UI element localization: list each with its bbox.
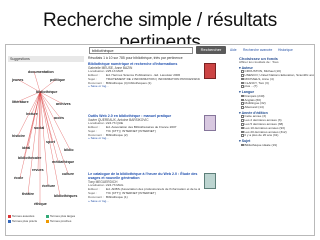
- suggestion-term[interactable]: social: [34, 126, 44, 130]
- facet-option-label: Allemand (14): [244, 105, 264, 110]
- suggestion-term[interactable]: bibliothèque: [36, 90, 57, 94]
- result-meta-value: TIC [CTT] | INTERNET [INTERNET]: [106, 192, 156, 195]
- result-meta-value: Ed. Association des Bibliothécaires de F…: [106, 126, 177, 129]
- suggestion-term[interactable]: documentation: [28, 70, 54, 74]
- result-meta-value: 224.73 QUE: [106, 122, 124, 126]
- legend-item: Termes plus larges: [46, 214, 75, 218]
- checkbox[interactable]: [241, 134, 244, 137]
- result-meta-value: Bibliothèque (1): [106, 195, 128, 199]
- save-link[interactable]: » Save or log...: [88, 199, 238, 204]
- checkbox[interactable]: [241, 102, 244, 105]
- suggestion-term[interactable]: accès: [54, 116, 64, 120]
- suggestion-term[interactable]: biblio: [64, 148, 74, 152]
- checkbox[interactable]: [241, 85, 244, 88]
- advanced-search-link[interactable]: Recherche avancée: [243, 48, 272, 52]
- checkbox[interactable]: [241, 126, 244, 130]
- suggestion-term[interactable]: archives: [56, 102, 71, 106]
- result-meta-value: 224.73 MAG: [106, 184, 124, 188]
- legend-label: Termes plus larges: [50, 214, 76, 218]
- suggestion-term[interactable]: lecture: [26, 112, 38, 116]
- result-title-link[interactable]: Le catalogue de la bibliothèque à l'heur…: [88, 172, 200, 180]
- suggestion-link-line: [39, 91, 71, 150]
- result-meta-value: Bibliothèque (4) bibliothèques (1): [106, 81, 152, 85]
- legend-label: Termes proches: [50, 219, 72, 223]
- suggestion-term[interactable]: littérature: [12, 100, 29, 104]
- legend-swatch: [46, 214, 49, 218]
- save-link[interactable]: » Save or log...: [88, 85, 238, 89]
- checkbox[interactable]: [241, 74, 244, 77]
- facets-panel: Choisissez un fonds Affiner les résultat…: [239, 56, 314, 235]
- legend-label: Termes associés: [12, 214, 35, 218]
- facet-option-label: Il y a plus de 20 ans (31): [244, 133, 279, 138]
- legend-item: Termes associés: [8, 214, 34, 218]
- facet-option-label: plus ...(7): [244, 84, 258, 89]
- checkbox[interactable]: [241, 94, 244, 98]
- suggestions-panel: Suggestions documentation jeunes politique…: [6, 56, 86, 235]
- legend-swatch: [8, 214, 11, 218]
- checkbox[interactable]: [241, 143, 244, 147]
- result-item: Bibliothèque numérique et recherche d'in…: [88, 62, 238, 89]
- facets-subheader: Affiner les résultats de : Tous: [239, 60, 279, 64]
- checkbox[interactable]: [241, 70, 244, 73]
- facet-option[interactable]: Bibliothèque idéale (19): [239, 142, 313, 148]
- checkbox[interactable]: [241, 115, 244, 118]
- legend-item: Termes plus précis: [8, 219, 37, 223]
- search-input[interactable]: bibliothèque: [89, 47, 193, 54]
- result-meta-value: 225.13 MAH: [106, 70, 124, 74]
- legend-swatch: [8, 219, 11, 223]
- checkbox[interactable]: [241, 77, 244, 81]
- suggestion-term[interactable]: éthique: [34, 202, 47, 206]
- legend-item: Termes proches: [46, 219, 71, 223]
- help-link[interactable]: Aide: [230, 48, 237, 52]
- results-count: Résultats 1 à 10 sur 785 pour bibliothèq…: [88, 56, 183, 60]
- suggestion-term[interactable]: revues: [32, 168, 44, 172]
- book-cover-thumbnail[interactable]: [204, 63, 216, 79]
- suggestion-term[interactable]: culture: [62, 172, 74, 176]
- facet-option[interactable]: Allemand (14): [239, 105, 313, 110]
- suggestion-term[interactable]: histoire: [12, 134, 25, 138]
- result-meta-value: TIC [CTT] | INTERNET [INTERNET]: [106, 129, 156, 133]
- checkbox[interactable]: [241, 130, 244, 134]
- history-link[interactable]: Historique: [278, 48, 293, 52]
- suggestion-term[interactable]: écriture: [42, 184, 55, 188]
- legend-swatch: [46, 219, 49, 223]
- result-item: Le catalogue de la bibliothèque à l'heur…: [88, 172, 238, 203]
- screenshot-frame: bibliothèque Rechercher Aide Recherche a…: [5, 44, 315, 236]
- checkbox[interactable]: [241, 106, 244, 109]
- search-bar: bibliothèque Rechercher Aide Recherche a…: [6, 45, 314, 55]
- result-meta-value: TRAITEMENT DE L'INFORMATION | INFORMATIO…: [106, 77, 200, 81]
- results-list: Résultats 1 à 10 sur 785 pour bibliothèq…: [88, 56, 238, 235]
- suggestion-term[interactable]: bibliothèques: [54, 194, 77, 198]
- suggestion-term[interactable]: jeunes: [12, 78, 23, 82]
- result-item: Outils Web 2.0 en bibliothèque : manuel …: [88, 114, 238, 141]
- result-meta-value: Ed. Hermes Science Publications - Ed. La…: [106, 74, 181, 77]
- search-button[interactable]: Rechercher: [196, 46, 226, 54]
- checkbox[interactable]: [241, 81, 244, 85]
- facet-option-label: Bibliothèque idéale (19): [244, 142, 278, 147]
- checkbox[interactable]: [241, 123, 244, 126]
- suggestion-term[interactable]: idéal: [22, 146, 30, 150]
- result-meta-value: Ed. ADBS (Association des professionnels…: [106, 188, 200, 192]
- suggestion-term[interactable]: médiathèque: [52, 160, 74, 164]
- suggestion-term[interactable]: théâtre: [22, 192, 34, 196]
- suggestion-term[interactable]: bibliothécaire: [18, 156, 41, 160]
- checkbox[interactable]: [241, 98, 244, 102]
- save-link[interactable]: » Save or log...: [88, 137, 238, 141]
- suggestion-term[interactable]: politique: [50, 78, 65, 82]
- suggestion-term[interactable]: école: [14, 176, 23, 180]
- suggestion-term[interactable]: sport: [46, 140, 55, 144]
- result-meta-value: Bibliothèque (2): [106, 133, 128, 137]
- legend-label: Termes plus précis: [12, 219, 38, 223]
- book-cover-thumbnail[interactable]: [204, 115, 216, 131]
- facet-option[interactable]: plus ...(7): [239, 85, 313, 89]
- suggestion-link-line: [27, 91, 41, 194]
- facet-option[interactable]: Il y a plus de 20 ans (31): [239, 134, 313, 138]
- book-cover-thumbnail[interactable]: [204, 173, 216, 189]
- checkbox[interactable]: [241, 119, 244, 122]
